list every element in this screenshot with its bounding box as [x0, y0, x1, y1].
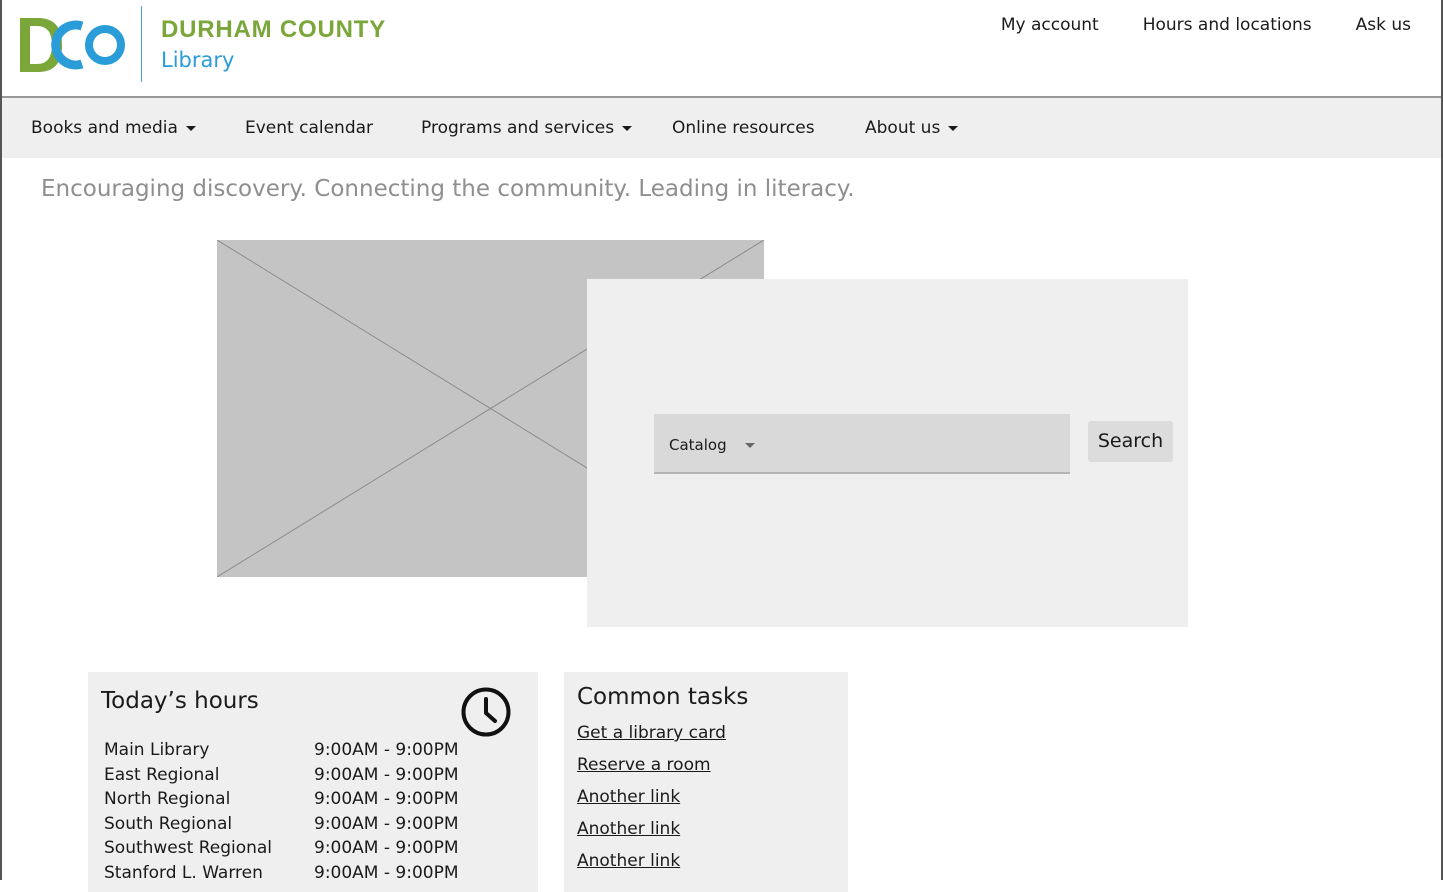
site-tagline: Encouraging discovery. Connecting the co… [41, 176, 855, 202]
logo-divider [141, 6, 142, 82]
nav-programs-services-label: Programs and services [421, 118, 615, 138]
task-link[interactable]: Another link [577, 787, 726, 819]
ask-us-link[interactable]: Ask us [1356, 15, 1411, 35]
hours-row: Stanford L. Warren 9:00AM - 9:00PM [104, 863, 524, 888]
nav-books-media[interactable]: Books and media [31, 118, 196, 138]
search-button[interactable]: Search [1088, 421, 1173, 462]
hours-time: 9:00AM - 9:00PM [314, 813, 459, 834]
caret-down-icon [622, 125, 633, 131]
task-link-reserve-room[interactable]: Reserve a room [577, 755, 726, 787]
hours-locations-link[interactable]: Hours and locations [1143, 15, 1312, 35]
todays-hours-card: Today’s hours Main Library 9:00AM - 9:00… [88, 672, 538, 892]
hours-time: 9:00AM - 9:00PM [314, 789, 459, 809]
nav-about-us-label: About us [865, 118, 941, 138]
hours-location[interactable]: Southwest Regional [104, 838, 272, 858]
search-input[interactable]: Catalog [654, 414, 1070, 474]
caret-down-icon [744, 443, 755, 448]
task-link-library-card[interactable]: Get a library card [577, 723, 726, 755]
common-tasks-card: Common tasks Get a library card Reserve … [564, 672, 848, 892]
nav-books-media-label: Books and media [31, 118, 178, 138]
hours-time: 9:00AM - 9:00PM [314, 740, 459, 760]
nav-about-us[interactable]: About us [865, 118, 959, 138]
logo-title[interactable]: DURHAM COUNTY [161, 16, 386, 44]
nav-event-calendar[interactable]: Event calendar [245, 118, 373, 138]
nav-event-calendar-label: Event calendar [245, 118, 374, 138]
tasks-list: Get a library card Reserve a room Anothe… [577, 723, 726, 883]
caret-down-icon [185, 125, 196, 131]
main-nav: Books and media Event calendar Programs … [2, 96, 1441, 158]
library-logo-icon[interactable] [16, 12, 128, 78]
hours-location[interactable]: Main Library [104, 740, 209, 760]
my-account-link[interactable]: My account [1001, 15, 1099, 35]
search-scope-label: Catalog [669, 436, 727, 454]
hours-title: Today’s hours [101, 688, 259, 714]
utility-nav: My account Hours and locations Ask us [957, 15, 1411, 35]
logo-subtitle[interactable]: Library [161, 48, 234, 72]
hours-location[interactable]: South Regional [104, 814, 232, 834]
task-link[interactable]: Another link [577, 819, 726, 851]
nav-online-resources-label: Online resources [672, 118, 815, 138]
tasks-title: Common tasks [577, 684, 749, 710]
hours-list: Main Library 9:00AM - 9:00PM East Region… [104, 740, 524, 887]
site-header: DURHAM COUNTY Library My account Hours a… [2, 0, 1441, 96]
nav-programs-services[interactable]: Programs and services [421, 118, 633, 138]
task-link[interactable]: Another link [577, 851, 726, 883]
caret-down-icon [948, 125, 959, 131]
hours-location[interactable]: North Regional [104, 789, 230, 809]
nav-online-resources[interactable]: Online resources [672, 118, 815, 138]
hours-time: 9:00AM - 9:00PM [314, 838, 459, 858]
clock-icon [461, 687, 511, 737]
hours-row: Southwest Regional 9:00AM - 9:00PM [104, 838, 524, 863]
hours-row: Main Library 9:00AM - 9:00PM [104, 740, 524, 765]
hours-location[interactable]: East Regional [104, 765, 219, 785]
hours-row: North Regional 9:00AM - 9:00PM [104, 789, 524, 814]
search-scope-select[interactable]: Catalog [669, 436, 755, 454]
hours-row: South Regional 9:00AM - 9:00PM [104, 814, 524, 839]
hours-row: East Regional 9:00AM - 9:00PM [104, 765, 524, 790]
hours-time: 9:00AM - 9:00PM [314, 764, 459, 785]
